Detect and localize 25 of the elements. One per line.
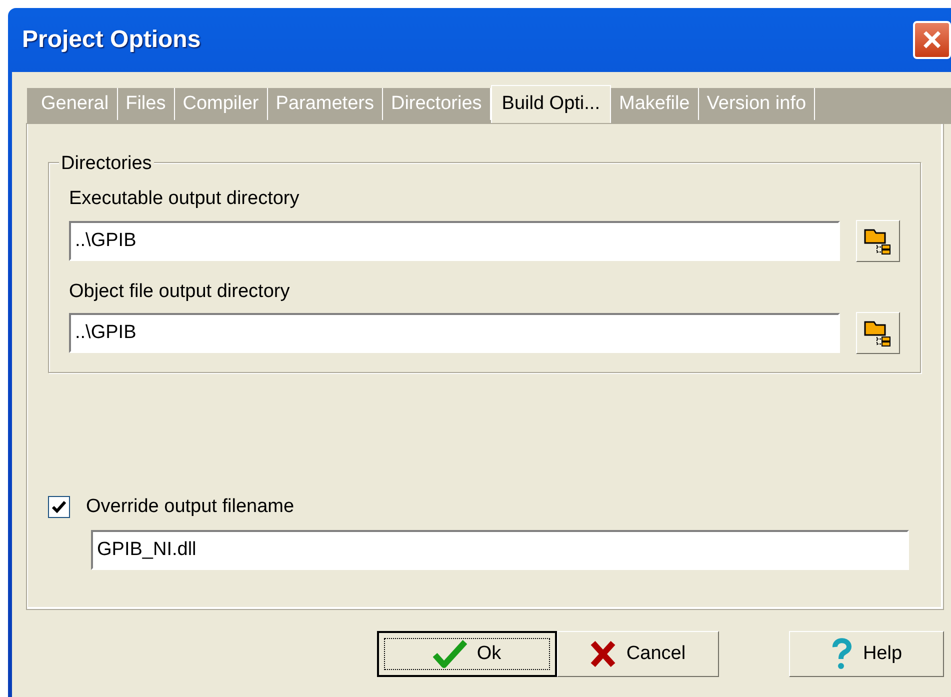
ok-button[interactable]: Ok [377, 631, 557, 677]
tab[interactable]: Build Opti... [490, 85, 611, 124]
checkbox-label: Override output filename [86, 495, 294, 519]
browse-button[interactable] [856, 312, 900, 354]
directory-field[interactable]: ..\GPIB [69, 313, 840, 353]
field-label: Object file output directory [69, 280, 291, 304]
checkbox[interactable] [48, 496, 70, 518]
tab[interactable]: Makefile [611, 88, 699, 120]
check-icon [52, 501, 66, 514]
window-title: Project Options [22, 25, 201, 55]
question-mark-icon [830, 638, 853, 670]
browse-button[interactable] [856, 220, 900, 262]
cancel-button[interactable]: Cancel [557, 631, 719, 677]
tab[interactable]: Compiler [174, 88, 268, 120]
directory-field[interactable]: ..\GPIB [69, 220, 840, 260]
x-icon [590, 640, 616, 668]
close-button[interactable]: × [913, 21, 951, 59]
field-label: Executable output directory [69, 187, 300, 211]
tab[interactable]: Version info [698, 88, 816, 120]
help-button[interactable]: Help [789, 631, 944, 677]
tab[interactable]: Parameters [268, 88, 383, 120]
filename-field[interactable]: GPIB_NI.dll [91, 530, 909, 570]
tab[interactable]: Files [118, 88, 175, 120]
tab[interactable]: General [33, 88, 118, 120]
checkmark-icon [432, 640, 467, 668]
